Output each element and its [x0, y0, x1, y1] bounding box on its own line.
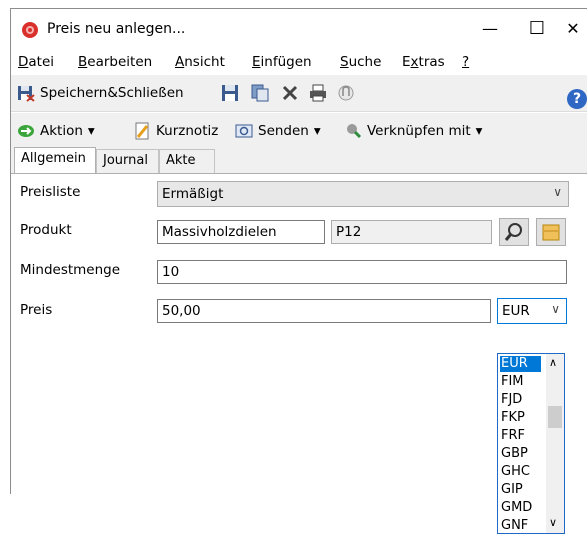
- currency-option-frf[interactable]: FRF: [501, 428, 525, 444]
- product-code-field: P12: [331, 220, 492, 244]
- currency-dropdown-list[interactable]: EUR FIM FJD FKP FRF GBP GHC GIP GMD GNF …: [497, 353, 565, 534]
- save-close-label: Speichern&Schließen: [40, 85, 184, 101]
- chevron-down-icon: ∨: [553, 185, 562, 199]
- menu-bearbeiten[interactable]: Bearbeiten: [78, 54, 152, 70]
- scroll-thumb[interactable]: [548, 406, 562, 428]
- window-title: Preis neu anlegen...: [47, 21, 186, 37]
- link-label: Verknüpfen mit: [367, 123, 471, 139]
- currency-option-fjd[interactable]: FJD: [501, 392, 522, 408]
- currency-option-gnf[interactable]: GNF: [501, 518, 528, 534]
- menu-extras-prefix: E: [402, 54, 411, 70]
- product-label: Produkt: [20, 222, 72, 238]
- toolbar-main: Speichern&Schließen: [11, 75, 587, 112]
- menu-suche[interactable]: Suche: [340, 54, 381, 70]
- tab-akte[interactable]: Akte: [159, 149, 215, 173]
- menu-bar: Datei Bearbeiten Ansicht Einfügen Suche …: [11, 49, 587, 75]
- delete-icon[interactable]: [281, 84, 299, 102]
- save-icon[interactable]: [221, 84, 239, 102]
- menu-extras[interactable]: Extras: [402, 54, 445, 70]
- currency-chevron-icon: ∨: [551, 302, 560, 316]
- menu-ansicht-rest: nsicht: [184, 54, 225, 70]
- browse-product-button[interactable]: [536, 218, 566, 246]
- menu-datei-accel: D: [18, 54, 29, 70]
- scroll-up-icon[interactable]: ∧: [549, 356, 557, 369]
- menu-ansicht-accel: A: [175, 54, 185, 70]
- toolbar-actions: Aktion ▾ Kurznotiz Senden ▾ Verknüpfen m…: [11, 112, 587, 149]
- search-icon: [504, 223, 522, 241]
- action-label: Aktion: [40, 123, 83, 139]
- link-icon: [347, 124, 362, 139]
- dropdown-scrollbar[interactable]: ∧ ∨: [546, 354, 564, 533]
- menu-extras-accel: x: [410, 54, 419, 70]
- menu-einfuegen[interactable]: Einfügen: [252, 54, 312, 70]
- attachment-icon[interactable]: [337, 84, 355, 102]
- link-caret-icon: ▾: [475, 123, 483, 139]
- currency-option-gbp[interactable]: GBP: [501, 446, 528, 462]
- note-button[interactable]: Kurznotiz: [133, 122, 218, 140]
- menu-einfuegen-accel: E: [252, 54, 261, 70]
- action-button[interactable]: Aktion ▾: [17, 122, 95, 140]
- price-label: Preis: [20, 302, 53, 318]
- currency-option-fkp[interactable]: FKP: [501, 410, 525, 426]
- print-icon[interactable]: [309, 84, 327, 102]
- minqty-field[interactable]: 10: [157, 260, 567, 284]
- menu-datei[interactable]: Datei: [18, 54, 54, 70]
- send-email-icon: [235, 124, 253, 138]
- send-caret-icon: ▾: [313, 123, 321, 139]
- product-name-field[interactable]: Massivholzdielen: [157, 220, 325, 244]
- menu-help[interactable]: ?: [462, 54, 469, 70]
- scroll-down-icon[interactable]: ∨: [549, 516, 557, 529]
- note-icon: [135, 122, 149, 140]
- menu-suche-rest: uche: [348, 54, 382, 70]
- menu-help-accel: ?: [462, 54, 470, 70]
- menu-extras-rest: tras: [418, 54, 445, 70]
- menu-bearbeiten-accel: B: [78, 54, 88, 70]
- menu-einfuegen-rest: infügen: [260, 54, 312, 70]
- currency-option-fim[interactable]: FIM: [501, 374, 524, 390]
- maximize-button[interactable]: ☐: [522, 17, 552, 41]
- action-icon: [18, 125, 34, 137]
- save-close-button[interactable]: Speichern&Schließen: [17, 84, 184, 102]
- price-field[interactable]: 50,00: [157, 299, 491, 323]
- menu-ansicht[interactable]: Ansicht: [175, 54, 225, 70]
- tab-strip: Allgemein Journal Akte: [11, 147, 587, 174]
- menu-datei-rest: atei: [28, 54, 55, 70]
- pricelist-label: Preisliste: [20, 184, 81, 200]
- copy-icon[interactable]: [251, 84, 269, 102]
- currency-option-gmd[interactable]: GMD: [501, 500, 532, 516]
- currency-value: EUR: [502, 303, 530, 319]
- price-app-icon: [22, 22, 38, 38]
- save-close-icon: [18, 86, 35, 102]
- close-button[interactable]: ✕: [558, 17, 587, 41]
- currency-option-ghc[interactable]: GHC: [501, 464, 530, 480]
- currency-option-gip[interactable]: GIP: [501, 482, 523, 498]
- tab-journal[interactable]: Journal: [96, 149, 159, 173]
- tab-allgemein[interactable]: Allgemein: [14, 147, 96, 174]
- note-label: Kurznotiz: [156, 123, 219, 139]
- currency-select[interactable]: EUR ∨: [497, 298, 567, 324]
- search-product-button[interactable]: [499, 218, 529, 246]
- menu-bearbeiten-rest: earbeiten: [87, 54, 153, 70]
- minimize-button[interactable]: —: [475, 17, 505, 41]
- help-icon[interactable]: ?: [567, 89, 587, 109]
- menu-suche-accel: S: [340, 54, 349, 70]
- currency-option-eur[interactable]: EUR: [500, 356, 541, 372]
- title-bar: Preis neu anlegen... — ☐ ✕: [11, 9, 587, 49]
- pricelist-value: Ermäßigt: [162, 186, 224, 202]
- minqty-label: Mindestmenge: [20, 262, 121, 278]
- action-caret-icon: ▾: [87, 123, 95, 139]
- send-button[interactable]: Senden ▾: [235, 122, 321, 140]
- pricelist-select[interactable]: Ermäßigt ∨: [157, 181, 569, 207]
- link-button[interactable]: Verknüpfen mit ▾: [344, 122, 482, 140]
- send-label: Senden: [258, 123, 309, 139]
- folder-icon: [542, 224, 560, 241]
